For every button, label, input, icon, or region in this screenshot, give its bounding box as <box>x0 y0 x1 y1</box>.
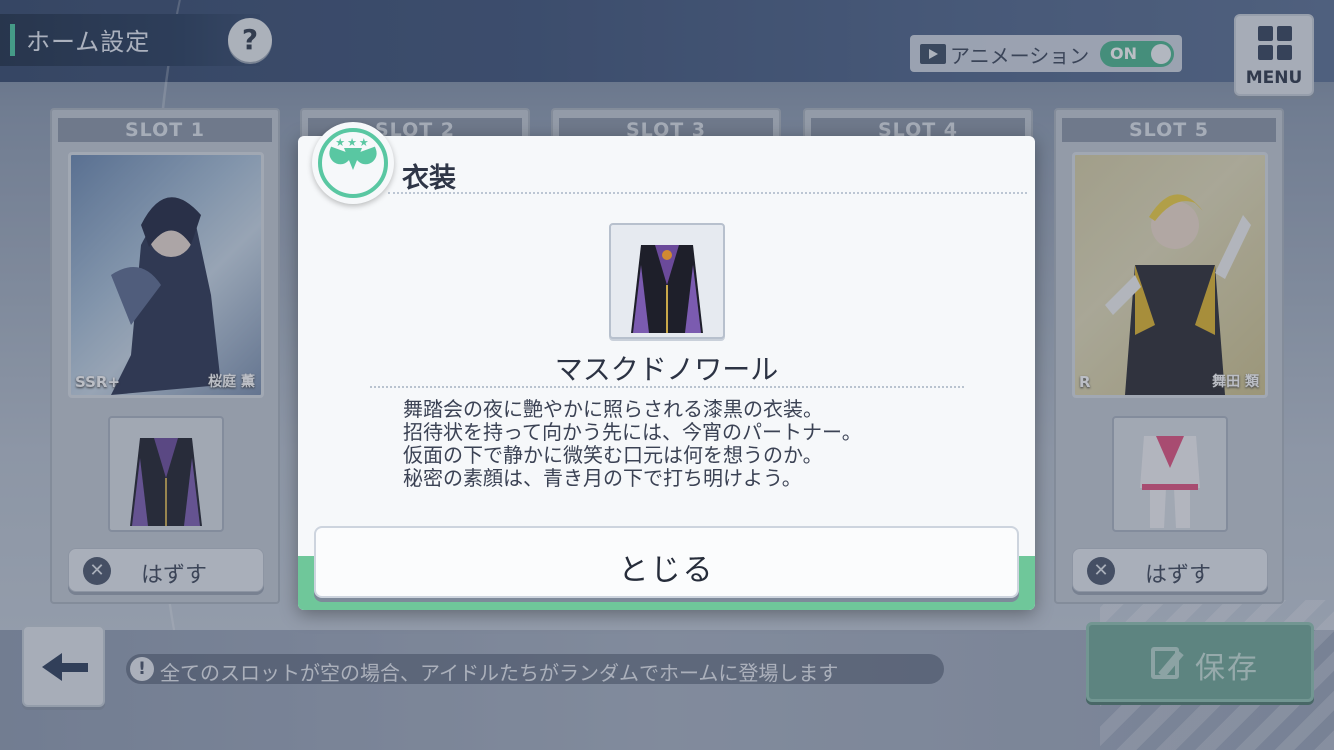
title-divider <box>388 192 1027 194</box>
costume-description: 舞踏会の夜に艶やかに照らされる漆黒の衣装。 招待状を持って向かう先には、今宵のパ… <box>403 398 862 490</box>
name-divider <box>370 386 964 388</box>
costume-name: マスクドノワール <box>554 353 779 386</box>
close-label: とじる <box>618 553 715 588</box>
description-line: 舞踏会の夜に艶やかに照らされる漆黒の衣装。 <box>403 397 823 421</box>
emblem-icon: ★★★ <box>312 122 394 204</box>
costume-thumbnail <box>609 223 725 339</box>
dialog-title: 衣装 <box>402 163 456 194</box>
description-line: 秘密の素顔は、青き月の下で打ち明けよう。 <box>403 466 802 490</box>
description-line: 招待状を持って向かう先には、今宵のパートナー。 <box>403 420 862 444</box>
costume-dialog: 衣装 マスクドノワール 舞踏会の夜に艶やかに照らされる漆黒の衣装。 招待状を持っ… <box>298 136 1035 610</box>
close-button[interactable]: とじる <box>314 526 1019 598</box>
costume-image <box>631 245 703 333</box>
description-line: 仮面の下で静かに微笑む口元は何を想うのか。 <box>403 443 823 467</box>
